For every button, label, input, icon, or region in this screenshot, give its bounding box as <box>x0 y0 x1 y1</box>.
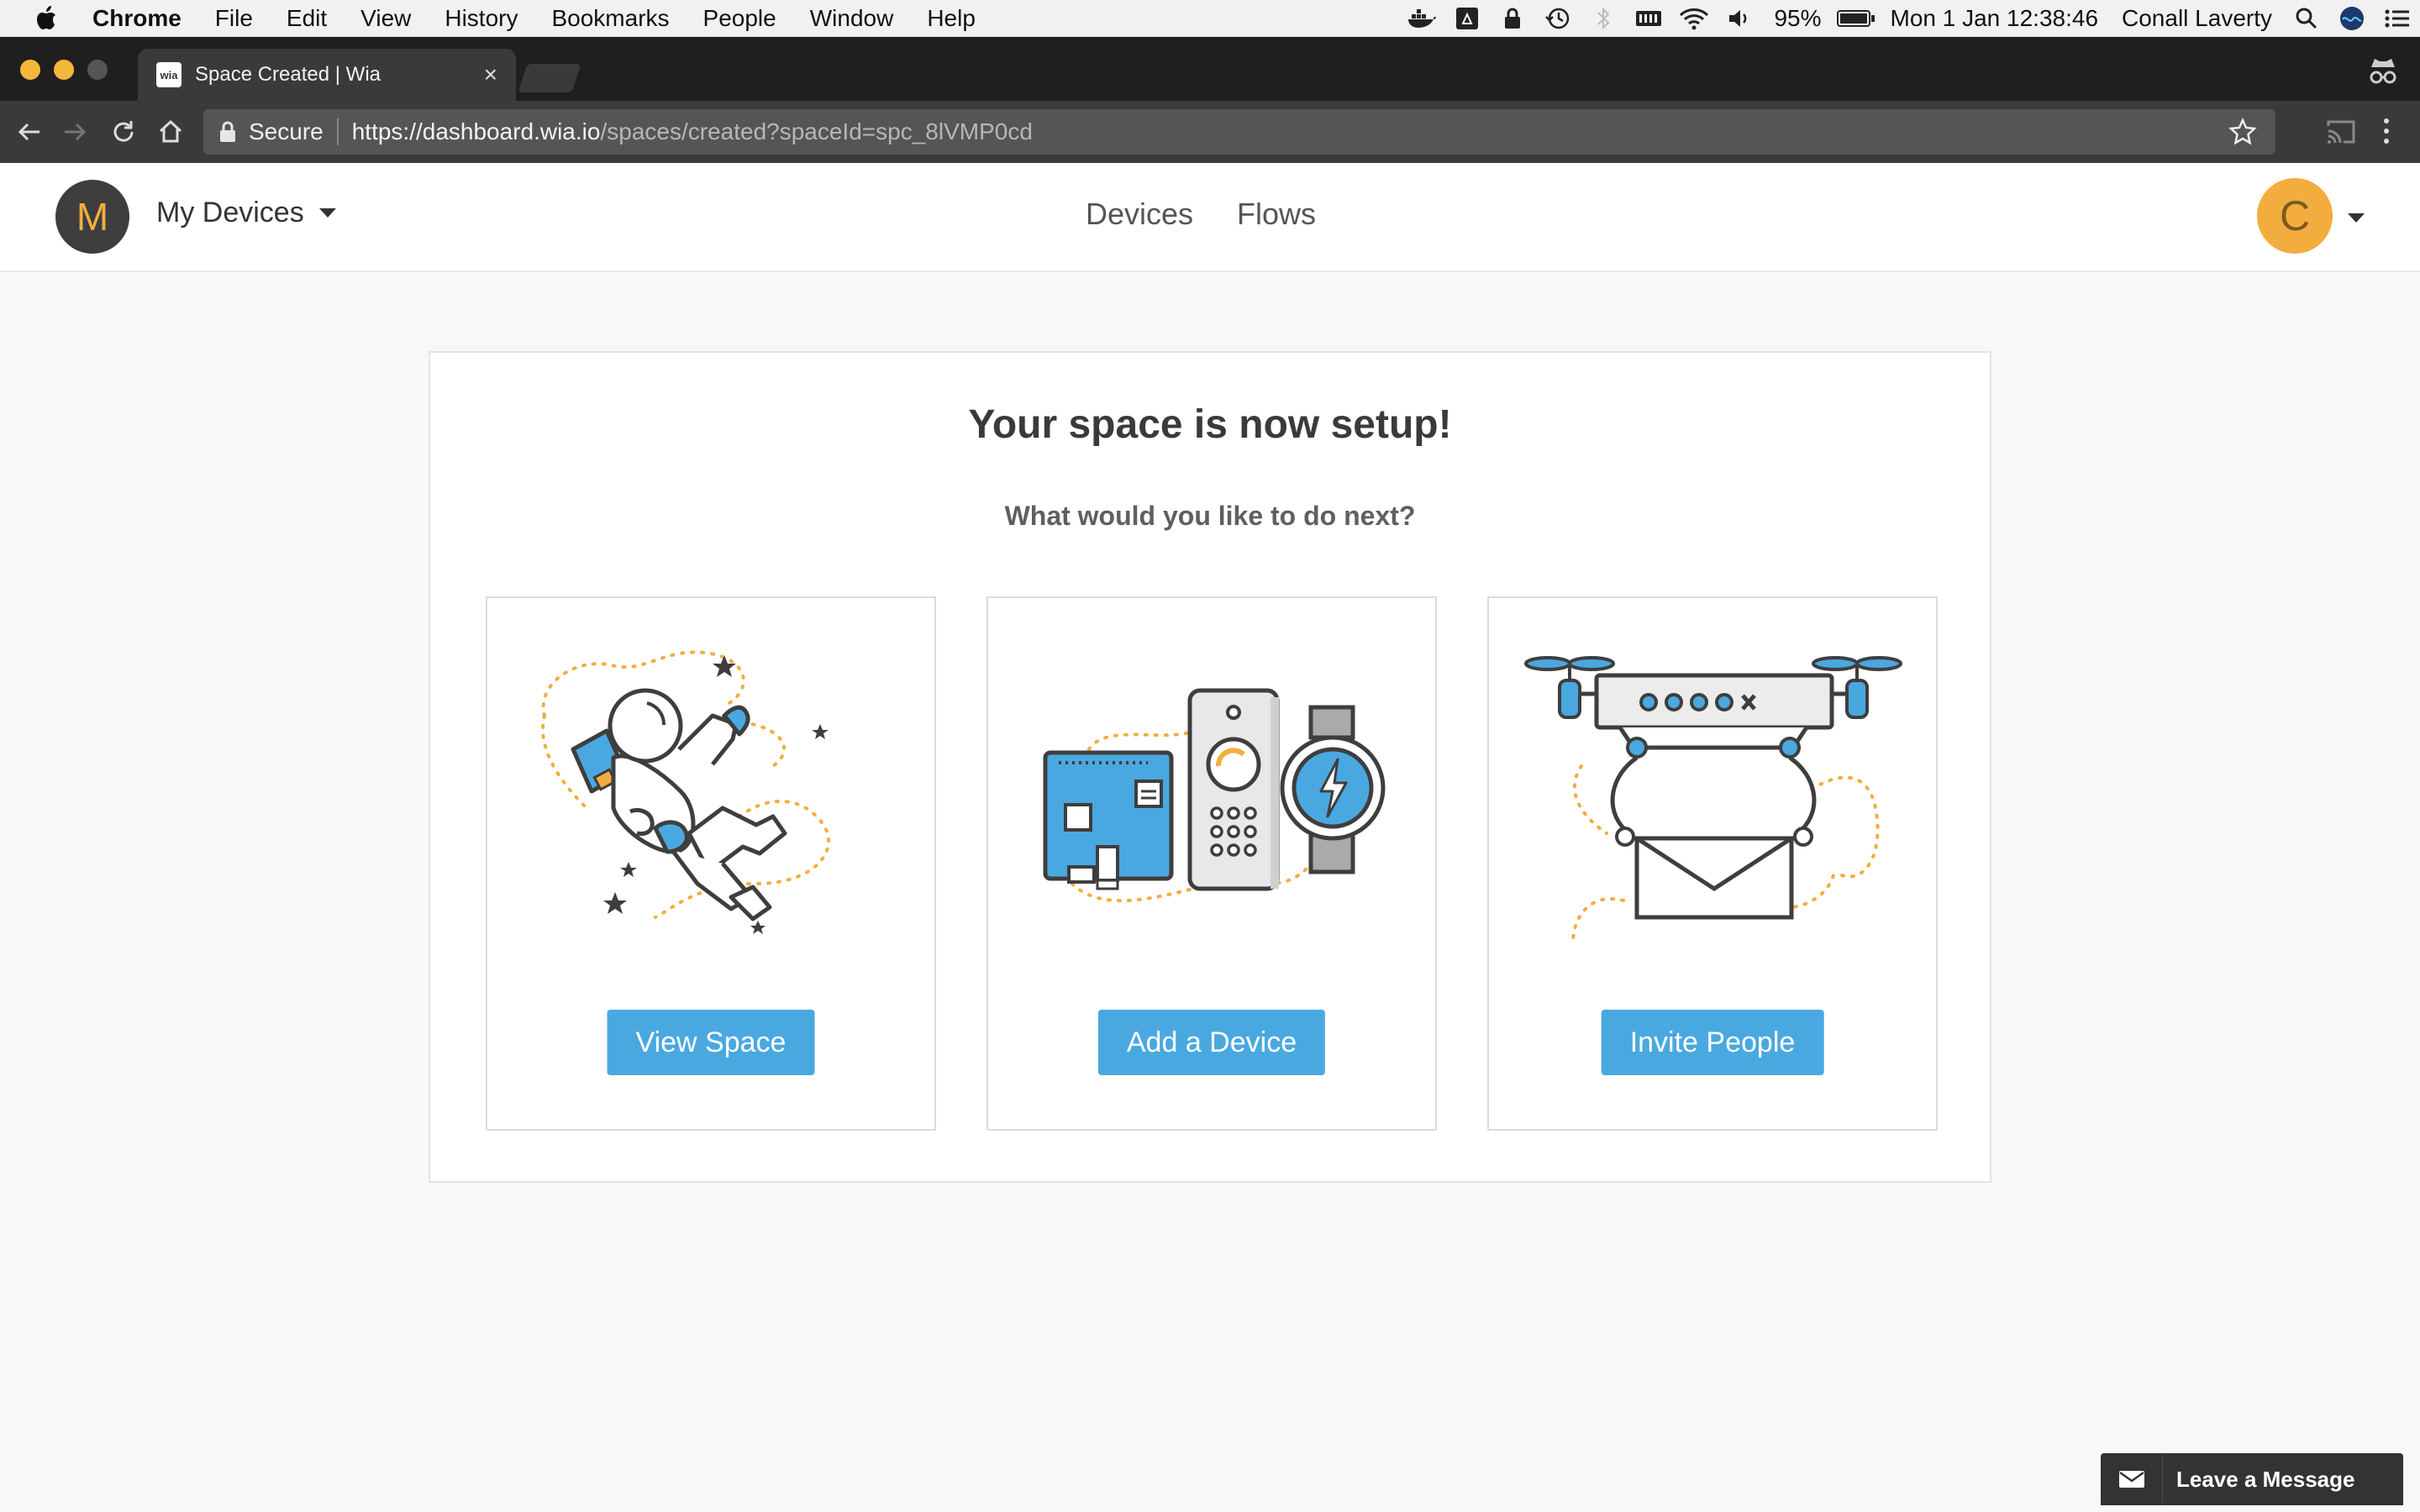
siri-icon[interactable] <box>2329 0 2375 37</box>
macos-menu-bar: Chrome File Edit View History Bookmarks … <box>0 0 2420 37</box>
battery-icon[interactable] <box>1833 0 1879 37</box>
url-path: /spaces/created?spaceId=spc_8lVMP0cd <box>600 118 1033 144</box>
google-drive-icon[interactable] <box>1444 0 1490 37</box>
astronaut-illustration <box>521 623 904 951</box>
cast-icon[interactable] <box>2326 118 2356 146</box>
address-bar[interactable]: Secure https://dashboard.wia.io/spaces/c… <box>203 109 2275 155</box>
invite-people-button[interactable]: Invite People <box>1601 1010 1824 1075</box>
docker-icon[interactable] <box>1399 0 1444 37</box>
menubar-clock[interactable]: Mon 1 Jan 12:38:46 <box>1879 5 2111 32</box>
spotlight-search-icon[interactable] <box>2284 0 2329 37</box>
browser-tab-active[interactable]: wia Space Created | Wia × <box>138 49 516 101</box>
leave-message-widget[interactable]: Leave a Message <box>2101 1453 2403 1505</box>
battery-percent: 95% <box>1774 5 1822 31</box>
page-content: M My Devices Devices Flows C Your space … <box>0 163 2420 1512</box>
drone-mail-illustration <box>1523 623 1906 951</box>
bookmark-star-icon[interactable] <box>2228 117 2257 146</box>
menu-window[interactable]: Window <box>793 5 911 32</box>
time-machine-icon[interactable] <box>1535 0 1581 37</box>
user-avatar[interactable]: C <box>2257 178 2333 254</box>
menu-view[interactable]: View <box>344 5 428 32</box>
incognito-icon <box>2366 55 2400 86</box>
app-header: M My Devices Devices Flows C <box>0 163 2420 272</box>
forward-arrow-icon[interactable] <box>54 111 96 153</box>
space-name: My Devices <box>156 197 304 228</box>
menu-history[interactable]: History <box>428 5 534 32</box>
apple-menu-icon[interactable] <box>0 5 92 31</box>
add-device-button[interactable]: Add a Device <box>1097 1010 1326 1075</box>
view-space-button[interactable]: View Space <box>607 1010 815 1075</box>
browser-toolbar: Secure https://dashboard.wia.io/spaces/c… <box>0 101 2420 163</box>
devices-illustration <box>1022 623 1405 951</box>
secure-lock-icon[interactable] <box>218 121 237 143</box>
wifi-icon[interactable] <box>1671 0 1717 37</box>
add-device-card: Add a Device <box>986 596 1437 1131</box>
url-host: https://dashboard.wia.io <box>351 118 601 144</box>
bluetooth-icon[interactable] <box>1581 0 1626 37</box>
invite-people-card: Invite People <box>1487 596 1938 1131</box>
menu-file[interactable]: File <box>198 5 270 32</box>
omnibox-divider <box>336 118 339 145</box>
top-navigation: Devices Flows <box>1086 197 1316 232</box>
back-arrow-icon[interactable] <box>8 111 50 153</box>
space-avatar[interactable]: M <box>55 180 129 254</box>
window-zoom-button[interactable] <box>87 60 108 80</box>
reload-icon[interactable] <box>103 111 145 153</box>
menu-edit[interactable]: Edit <box>270 5 344 32</box>
window-close-button[interactable] <box>20 60 40 80</box>
new-tab-button[interactable] <box>518 64 581 92</box>
secure-label: Secure <box>249 118 324 144</box>
view-space-card: View Space <box>486 596 936 1131</box>
nav-flows[interactable]: Flows <box>1237 197 1316 232</box>
wia-favicon-icon: wia <box>156 62 182 87</box>
browser-tab-strip: wia Space Created | Wia × <box>0 37 2420 101</box>
space-switcher[interactable]: My Devices <box>156 197 336 229</box>
browser-menu-icon[interactable] <box>2378 114 2395 148</box>
page-subtitle: What would you like to do next? <box>1004 501 1416 531</box>
page-title: Your space is now setup! <box>968 402 1452 447</box>
memory-icon[interactable] <box>1626 0 1671 37</box>
menubar-user[interactable]: Conall Laverty <box>2110 5 2284 32</box>
user-menu-caret-icon[interactable] <box>2348 213 2365 223</box>
mail-icon <box>2101 1453 2163 1505</box>
menu-help[interactable]: Help <box>910 5 992 32</box>
caret-down-icon <box>318 208 336 218</box>
menu-people[interactable]: People <box>687 5 793 32</box>
tab-title: Space Created | Wia <box>195 63 381 86</box>
leave-message-label: Leave a Message <box>2176 1466 2355 1492</box>
notification-center-icon[interactable] <box>2375 0 2420 37</box>
nav-devices[interactable]: Devices <box>1086 197 1193 232</box>
window-minimize-button[interactable] <box>54 60 74 80</box>
tab-close-icon[interactable]: × <box>484 61 497 88</box>
space-created-panel: Your space is now setup! What would you … <box>429 351 1991 1183</box>
home-icon[interactable] <box>150 111 192 153</box>
lock-icon[interactable] <box>1490 0 1535 37</box>
volume-icon[interactable] <box>1717 0 1762 37</box>
menu-bookmarks[interactable]: Bookmarks <box>534 5 686 32</box>
menu-app-name[interactable]: Chrome <box>92 5 198 32</box>
